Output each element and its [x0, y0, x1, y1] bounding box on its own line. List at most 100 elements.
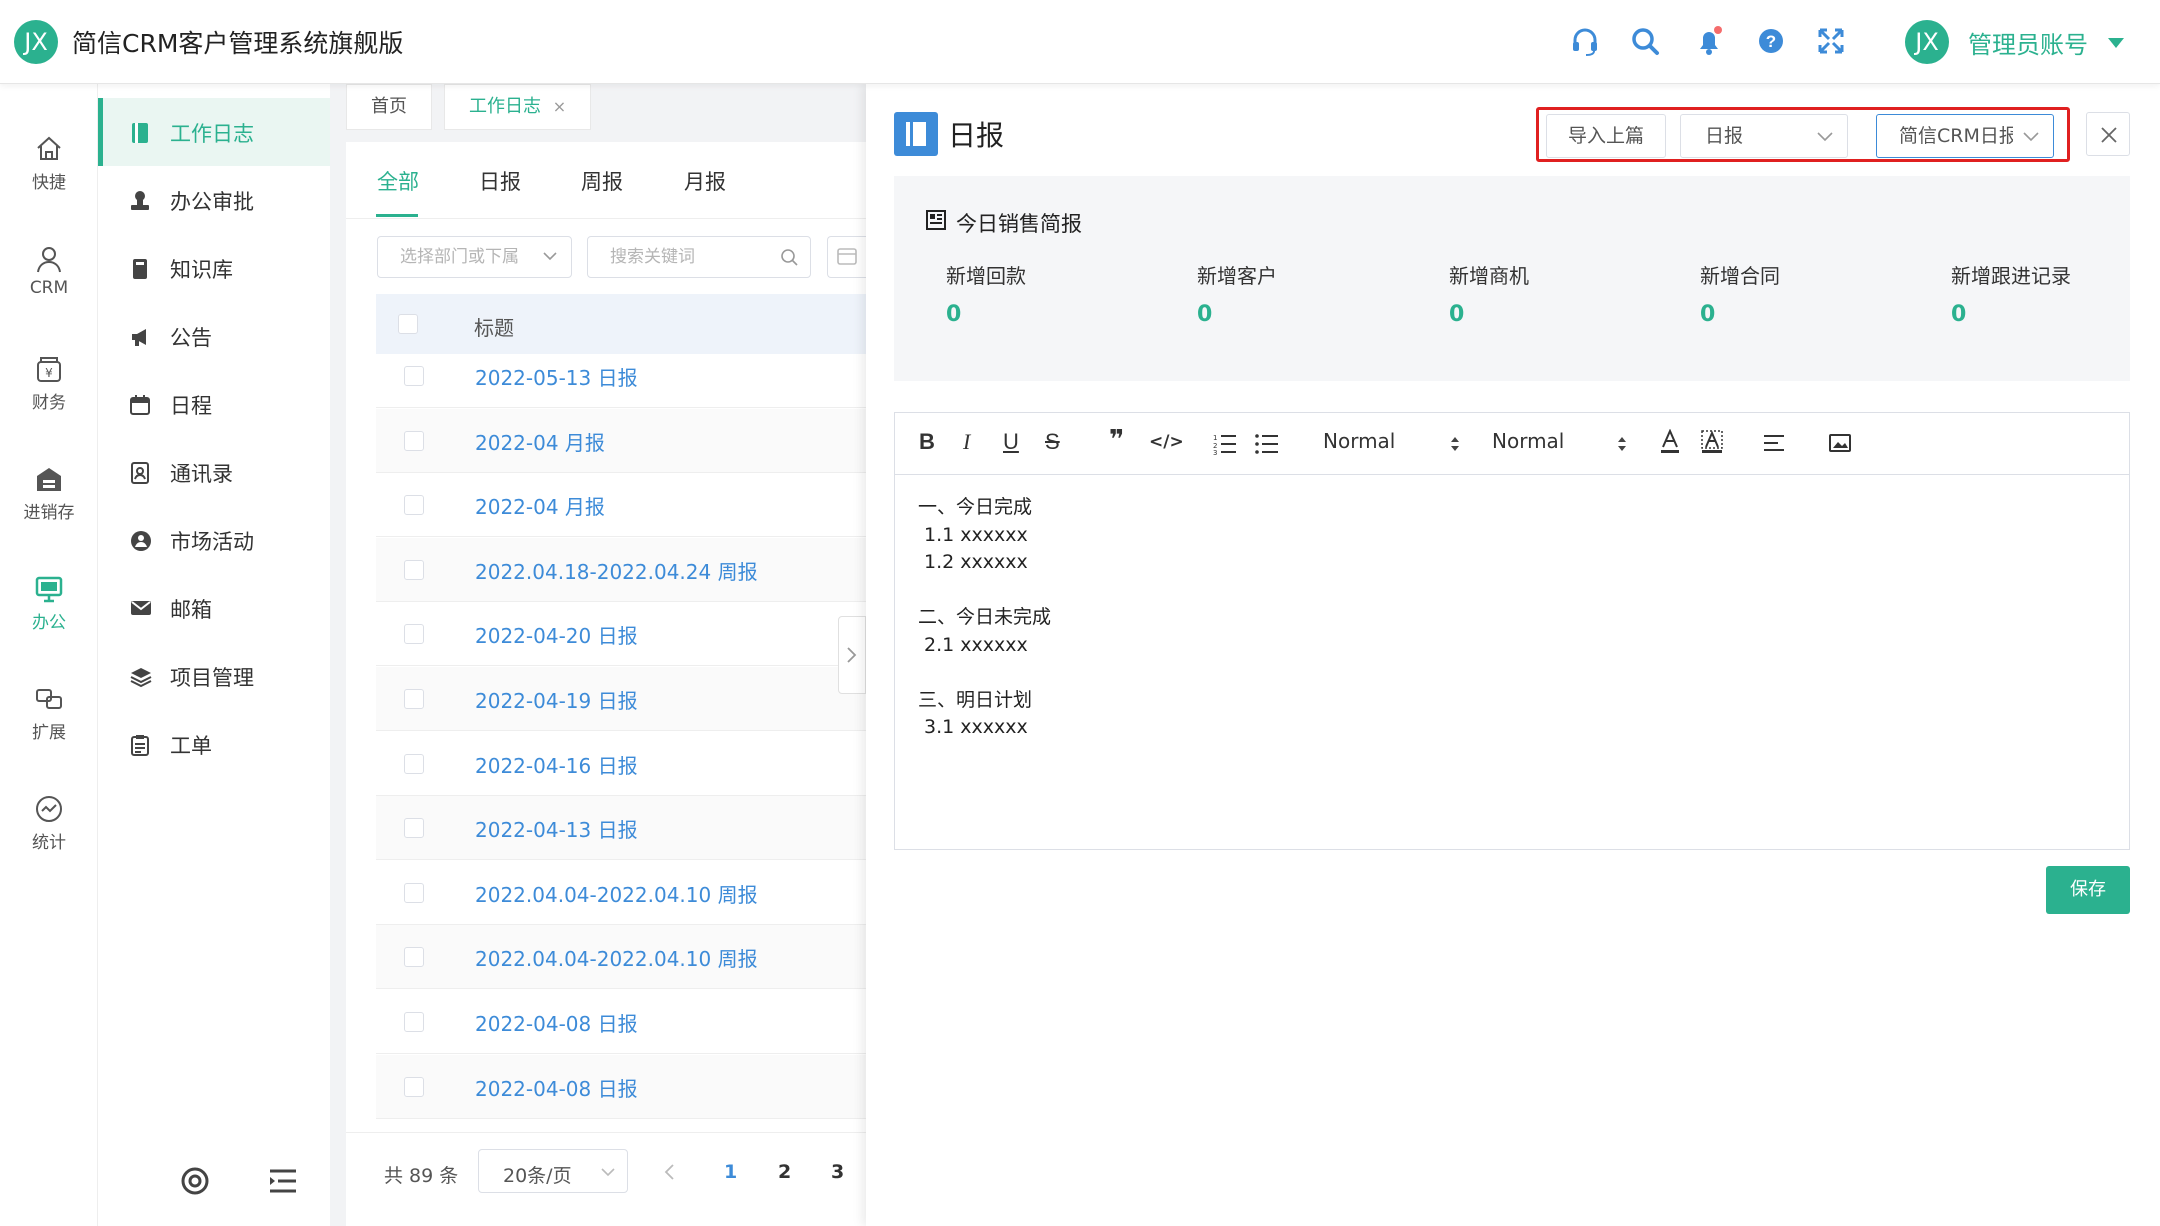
bold-icon[interactable]: B — [919, 429, 935, 455]
table-row[interactable]: 2022-04 月报 — [376, 473, 866, 538]
row-checkbox[interactable] — [404, 1012, 424, 1032]
table-row[interactable]: 2022.04.18-2022.04.24 周报 — [376, 537, 866, 602]
font-select[interactable]: Normal — [1323, 429, 1463, 459]
page-1[interactable]: 1 — [724, 1161, 737, 1183]
row-checkbox[interactable] — [404, 689, 424, 709]
background-color-icon[interactable] — [1701, 429, 1723, 455]
filter-tab-daily[interactable]: 日报 — [479, 166, 521, 196]
row-checkbox[interactable] — [404, 430, 424, 451]
report-title-link[interactable]: 2022-04 月报 — [475, 491, 605, 520]
report-title-link[interactable]: 2022-05-13 日报 — [475, 362, 638, 391]
stat-value: 0 — [1197, 302, 1213, 327]
submenu-item-worklog[interactable]: 工作日志 — [98, 98, 330, 166]
table-row[interactable]: 2022-05-13 日报 — [376, 344, 866, 408]
editor-content[interactable]: 一、今日完成 1.1 xxxxxx 1.2 xxxxxx 二、今日未完成 2.1 … — [918, 494, 1051, 742]
row-checkbox[interactable] — [404, 1076, 424, 1097]
submenu-item-contacts[interactable]: 通讯录 — [98, 438, 330, 506]
report-title-link[interactable]: 2022-04-08 日报 — [475, 1073, 638, 1102]
table-row[interactable]: 2022.04.04-2022.04.10 周报 — [376, 861, 866, 925]
rail-item-crm[interactable]: CRM — [0, 224, 98, 324]
submenu-item-market[interactable]: 市场活动 — [98, 506, 330, 574]
tab-close-icon[interactable]: × — [553, 97, 566, 116]
row-checkbox[interactable] — [404, 624, 424, 645]
table-row[interactable]: 2022.04.04-2022.04.10 周报 — [376, 925, 866, 990]
submenu-item-ticket[interactable]: 工单 — [98, 710, 330, 778]
italic-icon[interactable]: I — [963, 429, 970, 455]
report-title-link[interactable]: 2022-04-19 日报 — [475, 685, 638, 714]
bullet-list-icon[interactable] — [1255, 433, 1279, 455]
close-button[interactable] — [2086, 112, 2130, 156]
rail-item-inventory[interactable]: 进销存 — [0, 444, 98, 544]
submenu-item-schedule[interactable]: 日程 — [98, 370, 330, 438]
report-title-link[interactable]: 2022-04 月报 — [475, 427, 605, 456]
text-color-icon[interactable] — [1659, 429, 1681, 455]
row-checkbox[interactable] — [404, 947, 424, 968]
settings-ring-icon[interactable] — [180, 1166, 210, 1196]
panel-collapse-handle[interactable] — [838, 616, 866, 694]
caret-down-icon[interactable] — [2108, 38, 2124, 48]
submenu-item-knowledge[interactable]: 知识库 — [98, 234, 330, 302]
ordered-list-icon[interactable]: 123 — [1213, 433, 1237, 455]
row-checkbox[interactable] — [404, 882, 424, 903]
row-checkbox[interactable] — [404, 366, 424, 386]
avatar[interactable]: JX — [1905, 20, 1949, 64]
app-logo[interactable]: JX — [14, 20, 58, 64]
submenu-item-project[interactable]: 项目管理 — [98, 642, 330, 710]
prev-page-icon[interactable] — [664, 1163, 676, 1181]
table-row[interactable]: 2022-04 月报 — [376, 408, 866, 473]
user-name[interactable]: 管理员账号 — [1968, 25, 2088, 60]
image-icon[interactable] — [1829, 433, 1851, 453]
date-picker[interactable] — [827, 236, 866, 278]
underline-icon[interactable]: U — [1003, 429, 1019, 455]
filter-tab-all[interactable]: 全部 — [377, 166, 419, 196]
help-icon[interactable]: ? — [1754, 24, 1788, 58]
row-checkbox[interactable] — [404, 559, 424, 580]
table-row[interactable]: 2022-04-20 日报 — [376, 602, 866, 667]
page-3[interactable]: 3 — [831, 1161, 844, 1183]
rail-item-finance[interactable]: ¥ 财务 — [0, 334, 98, 434]
save-button[interactable]: 保存 — [2046, 866, 2130, 914]
row-checkbox[interactable] — [404, 818, 424, 839]
report-title-link[interactable]: 2022-04-20 日报 — [475, 620, 638, 649]
submenu-item-approval[interactable]: 办公审批 — [98, 166, 330, 234]
table-row[interactable]: 2022-04-08 日报 — [376, 1054, 866, 1119]
filter-tab-weekly[interactable]: 周报 — [581, 166, 623, 196]
strike-icon[interactable]: S — [1045, 429, 1060, 455]
fullscreen-icon[interactable] — [1814, 24, 1848, 58]
search-icon[interactable] — [1628, 24, 1662, 58]
code-icon[interactable]: </> — [1149, 432, 1184, 452]
align-icon[interactable] — [1763, 433, 1785, 453]
page-2[interactable]: 2 — [778, 1161, 791, 1183]
dept-select[interactable]: 选择部门或下属 — [377, 236, 572, 278]
table-row[interactable]: 2022-04-13 日报 — [376, 796, 866, 861]
headset-icon[interactable] — [1568, 24, 1602, 58]
report-title-link[interactable]: 2022.04.04-2022.04.10 周报 — [475, 879, 758, 908]
report-title-link[interactable]: 2022.04.18-2022.04.24 周报 — [475, 556, 758, 585]
tab-worklog[interactable]: 工作日志 × — [444, 84, 592, 130]
submenu-item-mail[interactable]: 邮箱 — [98, 574, 330, 642]
row-checkbox[interactable] — [404, 495, 424, 516]
size-select[interactable]: Normal — [1492, 429, 1632, 459]
keyword-search-input[interactable]: 搜索关键词 — [587, 236, 811, 278]
rail-item-extend[interactable]: 扩展 — [0, 664, 98, 764]
page-size-select[interactable]: 20条/页 — [478, 1149, 628, 1193]
rail-item-office[interactable]: 办公 — [0, 554, 98, 654]
blockquote-icon[interactable]: ❞ — [1109, 425, 1124, 455]
report-title-link[interactable]: 2022-04-08 日报 — [475, 1008, 638, 1037]
bell-icon[interactable] — [1692, 24, 1726, 58]
row-checkbox[interactable] — [404, 753, 424, 774]
submenu-item-notice[interactable]: 公告 — [98, 302, 330, 370]
rail-item-shortcut[interactable]: 快捷 — [0, 114, 98, 214]
select-all-checkbox[interactable] — [398, 314, 418, 334]
table-row[interactable]: 2022-04-08 日报 — [376, 990, 866, 1054]
report-title-link[interactable]: 2022-04-13 日报 — [475, 814, 638, 843]
filter-tab-monthly[interactable]: 月报 — [684, 166, 726, 196]
rail-item-stats[interactable]: 统计 — [0, 774, 98, 874]
report-title-link[interactable]: 2022.04.04-2022.04.10 周报 — [475, 943, 758, 972]
table-row[interactable]: 2022-04-19 日报 — [376, 667, 866, 731]
report-title-link[interactable]: 2022-04-16 日报 — [475, 750, 638, 779]
table-row[interactable]: 2022-04-16 日报 — [376, 732, 866, 796]
menu-collapse-icon[interactable] — [268, 1168, 298, 1194]
report-icon — [894, 112, 938, 156]
tab-home[interactable]: 首页 — [346, 84, 432, 130]
